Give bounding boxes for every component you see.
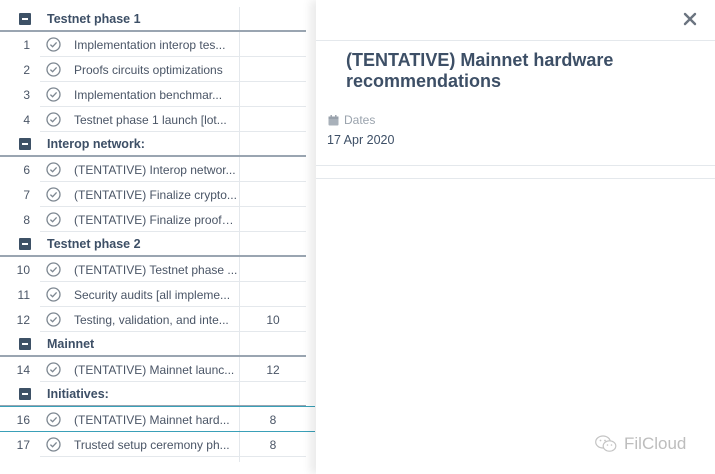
group-label: Initiatives: [47, 387, 109, 401]
dates-value: 17 Apr 2020 [327, 133, 395, 147]
close-icon[interactable] [680, 9, 700, 29]
group-row-testnet-phase-1[interactable]: Testnet phase 1 [0, 7, 306, 32]
group-label: Testnet phase 2 [47, 237, 141, 251]
collapse-toggle-icon[interactable] [19, 388, 31, 400]
task-name: (TENTATIVE) Interop networ... [74, 163, 236, 177]
row-number: 3 [23, 88, 30, 102]
header-divider [316, 40, 715, 41]
dates-label: Dates [344, 113, 376, 127]
task-row[interactable]: 1 Implementation interop tes... [0, 32, 306, 57]
row-number: 12 [16, 313, 30, 327]
check-circle-icon[interactable] [46, 162, 61, 177]
group-row-testnet-phase-2[interactable]: Testnet phase 2 [0, 232, 306, 257]
row-number: 6 [23, 163, 30, 177]
check-circle-icon[interactable] [46, 87, 61, 102]
check-circle-icon[interactable] [46, 412, 61, 427]
collapse-toggle-icon[interactable] [19, 13, 31, 25]
check-circle-icon[interactable] [46, 112, 61, 127]
wechat-logo-icon [595, 435, 617, 452]
watermark-text: FilCloud [624, 434, 687, 453]
task-row[interactable]: 8 (TENTATIVE) Finalize proofs ... [0, 207, 306, 232]
check-circle-icon[interactable] [46, 287, 61, 302]
row-number: 2 [23, 63, 30, 77]
row-number: 4 [23, 113, 30, 127]
task-list: Testnet phase 1 1 Implementation interop… [0, 0, 315, 474]
task-name: Implementation benchmar... [74, 88, 223, 102]
task-name: (TENTATIVE) Testnet phase ... [74, 263, 238, 277]
task-row[interactable]: 11 Security audits [all impleme... [0, 282, 306, 307]
detail-title: (TENTATIVE) Mainnet hardware recommendat… [346, 50, 614, 91]
group-row-initiatives[interactable]: Initiatives: [0, 382, 306, 407]
task-value: 8 [269, 438, 277, 452]
check-circle-icon[interactable] [46, 312, 61, 327]
group-label: Testnet phase 1 [47, 12, 141, 26]
section-divider [316, 165, 715, 166]
dates-label-group: Dates [328, 113, 375, 127]
row-number: 10 [16, 263, 30, 277]
row-divider [40, 456, 306, 457]
task-name: Implementation interop tes... [74, 38, 226, 52]
group-label: Interop network: [47, 137, 145, 151]
check-circle-icon[interactable] [46, 437, 61, 452]
check-circle-icon[interactable] [46, 62, 61, 77]
group-label: Mainnet [47, 337, 95, 351]
task-row[interactable]: 10 (TENTATIVE) Testnet phase ... [0, 257, 306, 282]
row-number: 11 [17, 288, 30, 302]
task-row[interactable]: 7 (TENTATIVE) Finalize crypto... [0, 182, 306, 207]
check-circle-icon[interactable] [46, 37, 61, 52]
section-divider [316, 178, 715, 179]
group-row-interop-network[interactable]: Interop network: [0, 132, 306, 157]
task-name: (TENTATIVE) Finalize crypto... [74, 188, 237, 202]
task-row[interactable]: 6 (TENTATIVE) Interop networ... [0, 157, 306, 182]
task-row[interactable]: 17 Trusted setup ceremony ph... 8 [0, 432, 306, 457]
row-number: 1 [23, 38, 30, 52]
row-number: 16 [16, 413, 30, 427]
check-circle-icon[interactable] [46, 212, 61, 227]
task-value: 8 [269, 413, 277, 427]
task-row[interactable]: 4 Testnet phase 1 launch [lot... [0, 107, 306, 132]
collapse-toggle-icon[interactable] [19, 138, 31, 150]
calendar-icon [328, 114, 339, 125]
row-number: 14 [16, 363, 30, 377]
task-name: Proofs circuits optimizations [74, 63, 223, 77]
task-name: (TENTATIVE) Mainnet launc... [74, 363, 235, 377]
task-name: (TENTATIVE) Finalize proofs ... [74, 213, 239, 227]
collapse-toggle-icon[interactable] [19, 338, 31, 350]
task-row[interactable]: 2 Proofs circuits optimizations [0, 57, 306, 82]
task-row[interactable]: 3 Implementation benchmar... [0, 82, 306, 107]
task-detail-panel: (TENTATIVE) Mainnet hardware recommendat… [316, 0, 715, 474]
task-name: Testnet phase 1 launch [lot... [74, 113, 227, 127]
task-name: Security audits [all impleme... [74, 288, 231, 302]
check-circle-icon[interactable] [46, 362, 61, 377]
row-number: 7 [23, 188, 30, 202]
row-number: 17 [16, 438, 30, 452]
task-value: 10 [266, 313, 280, 327]
task-value: 12 [266, 363, 280, 377]
task-row[interactable]: 12 Testing, validation, and inte... 10 [0, 307, 306, 332]
task-name: Testing, validation, and inte... [74, 313, 229, 327]
check-circle-icon[interactable] [46, 262, 61, 277]
check-circle-icon[interactable] [46, 187, 61, 202]
watermark: FilCloud [595, 434, 686, 454]
task-name: Trusted setup ceremony ph... [74, 438, 230, 452]
task-name: (TENTATIVE) Mainnet hard... [74, 413, 230, 427]
task-row-selected[interactable]: 16 (TENTATIVE) Mainnet hard... 8 [0, 407, 306, 432]
row-number: 8 [23, 213, 30, 227]
collapse-toggle-icon[interactable] [19, 238, 31, 250]
task-row[interactable]: 14 (TENTATIVE) Mainnet launc... 12 [0, 357, 306, 382]
group-row-mainnet[interactable]: Mainnet [0, 332, 306, 357]
